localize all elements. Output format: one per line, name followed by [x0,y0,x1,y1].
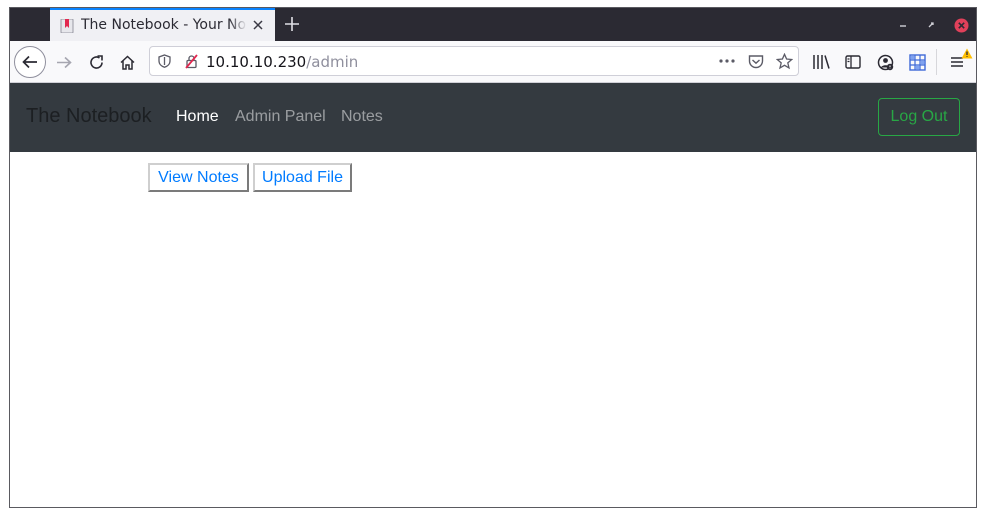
nav-link-home[interactable]: Home [176,108,219,126]
pocket-icon[interactable] [746,52,766,70]
star-icon[interactable] [774,52,794,70]
url-bar[interactable]: 10.10.10.230/admin [149,46,799,76]
logout-button[interactable]: Log Out [878,98,960,136]
insecure-lock-icon[interactable] [183,53,199,69]
url-host: 10.10.10.230 [206,53,307,71]
library-icon[interactable] [810,52,832,72]
nav-link-admin-panel[interactable]: Admin Panel [235,108,326,126]
new-tab-plus-icon[interactable] [282,14,302,34]
browser-window: The Notebook - Your Notes [9,7,977,508]
toolbar-divider [936,49,937,75]
warning-icon [961,47,973,59]
site-brand[interactable]: The Notebook [26,105,152,128]
tab-title: The Notebook - Your Notes [81,17,247,33]
reload-icon[interactable] [86,52,106,72]
view-notes-button[interactable]: View Notes [148,163,249,192]
nav-link-notes[interactable]: Notes [341,108,383,126]
browser-toolbar: 10.10.10.230/admin [10,41,976,83]
home-icon[interactable] [117,52,137,72]
close-window-icon[interactable] [953,17,969,33]
url-text: 10.10.10.230/admin [206,53,358,71]
tab-close-icon[interactable] [249,16,267,34]
forward-arrow-icon[interactable] [54,52,74,72]
notebook-favicon-icon [60,19,74,33]
more-horizontal-icon[interactable] [717,52,737,70]
url-path: /admin [306,53,359,71]
shield-icon[interactable] [156,53,172,69]
site-navbar: The Notebook Home Admin Panel Notes Log … [10,83,976,152]
minimize-icon[interactable] [895,17,911,33]
restore-icon[interactable] [923,17,939,33]
sidebar-icon[interactable] [842,52,864,72]
upload-file-button[interactable]: Upload File [253,163,352,192]
tab-active[interactable]: The Notebook - Your Notes [50,8,275,41]
tab-strip: The Notebook - Your Notes [10,8,976,41]
account-icon[interactable] [874,52,896,72]
grid-icon[interactable] [906,52,928,72]
back-arrow-icon[interactable] [14,46,46,78]
page-content: The Notebook Home Admin Panel Notes Log … [10,83,976,507]
